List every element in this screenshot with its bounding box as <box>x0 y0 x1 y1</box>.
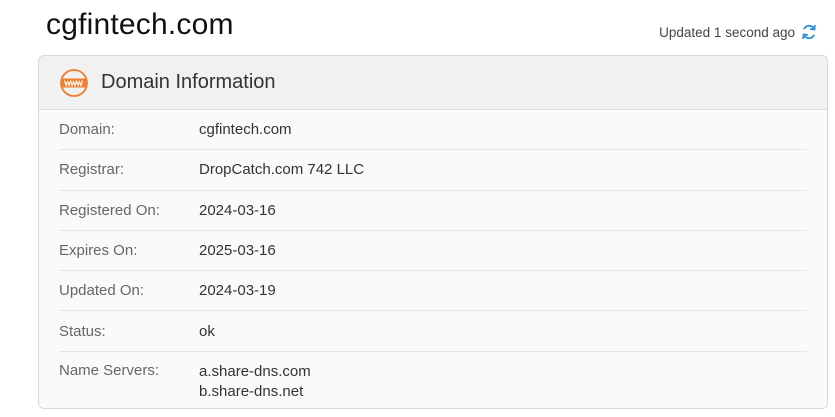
name-server-list: a.share-dns.com b.share-dns.net <box>199 362 311 402</box>
row-label: Name Servers: <box>59 361 160 379</box>
row-label: Expires On: <box>59 242 138 260</box>
page-title: cgfintech.com <box>46 8 234 41</box>
www-icon <box>59 68 89 98</box>
row-status: Status: ok <box>59 311 807 352</box>
row-registrar: Registrar: DropCatch.com 742 LLC <box>59 150 807 191</box>
row-expires-on: Expires On: 2025-03-16 <box>59 231 807 272</box>
row-name-servers: Name Servers: a.share-dns.com b.share-dn… <box>59 352 807 402</box>
name-server: b.share-dns.net <box>199 382 304 400</box>
row-value: 2024-03-16 <box>199 201 276 219</box>
row-domain: Domain: cgfintech.com <box>59 110 807 151</box>
row-value: DropCatch.com 742 LLC <box>199 161 365 179</box>
row-label: Updated On: <box>59 282 145 300</box>
name-server: a.share-dns.com <box>199 362 311 380</box>
row-updated-on: Updated On: 2024-03-19 <box>59 271 807 312</box>
info-rows: Domain: cgfintech.com Registrar: DropCat… <box>39 110 827 402</box>
updated-text: Updated 1 second ago <box>659 24 795 40</box>
row-value: cgfintech.com <box>199 121 292 139</box>
update-status: Updated 1 second ago <box>659 24 817 40</box>
row-value: 2024-03-19 <box>199 282 276 300</box>
refresh-icon[interactable] <box>801 24 817 40</box>
panel-header: Domain Information <box>39 56 827 110</box>
row-label: Status: <box>59 322 106 340</box>
row-value: 2025-03-16 <box>199 242 276 260</box>
row-label: Registrar: <box>59 161 125 179</box>
row-value: ok <box>199 322 215 340</box>
row-registered-on: Registered On: 2024-03-16 <box>59 191 807 231</box>
row-label: Domain: <box>59 121 115 139</box>
panel-title: Domain Information <box>101 71 276 93</box>
domain-info-panel: Domain Information Domain: cgfintech.com… <box>38 55 828 409</box>
row-label: Registered On: <box>59 201 160 219</box>
